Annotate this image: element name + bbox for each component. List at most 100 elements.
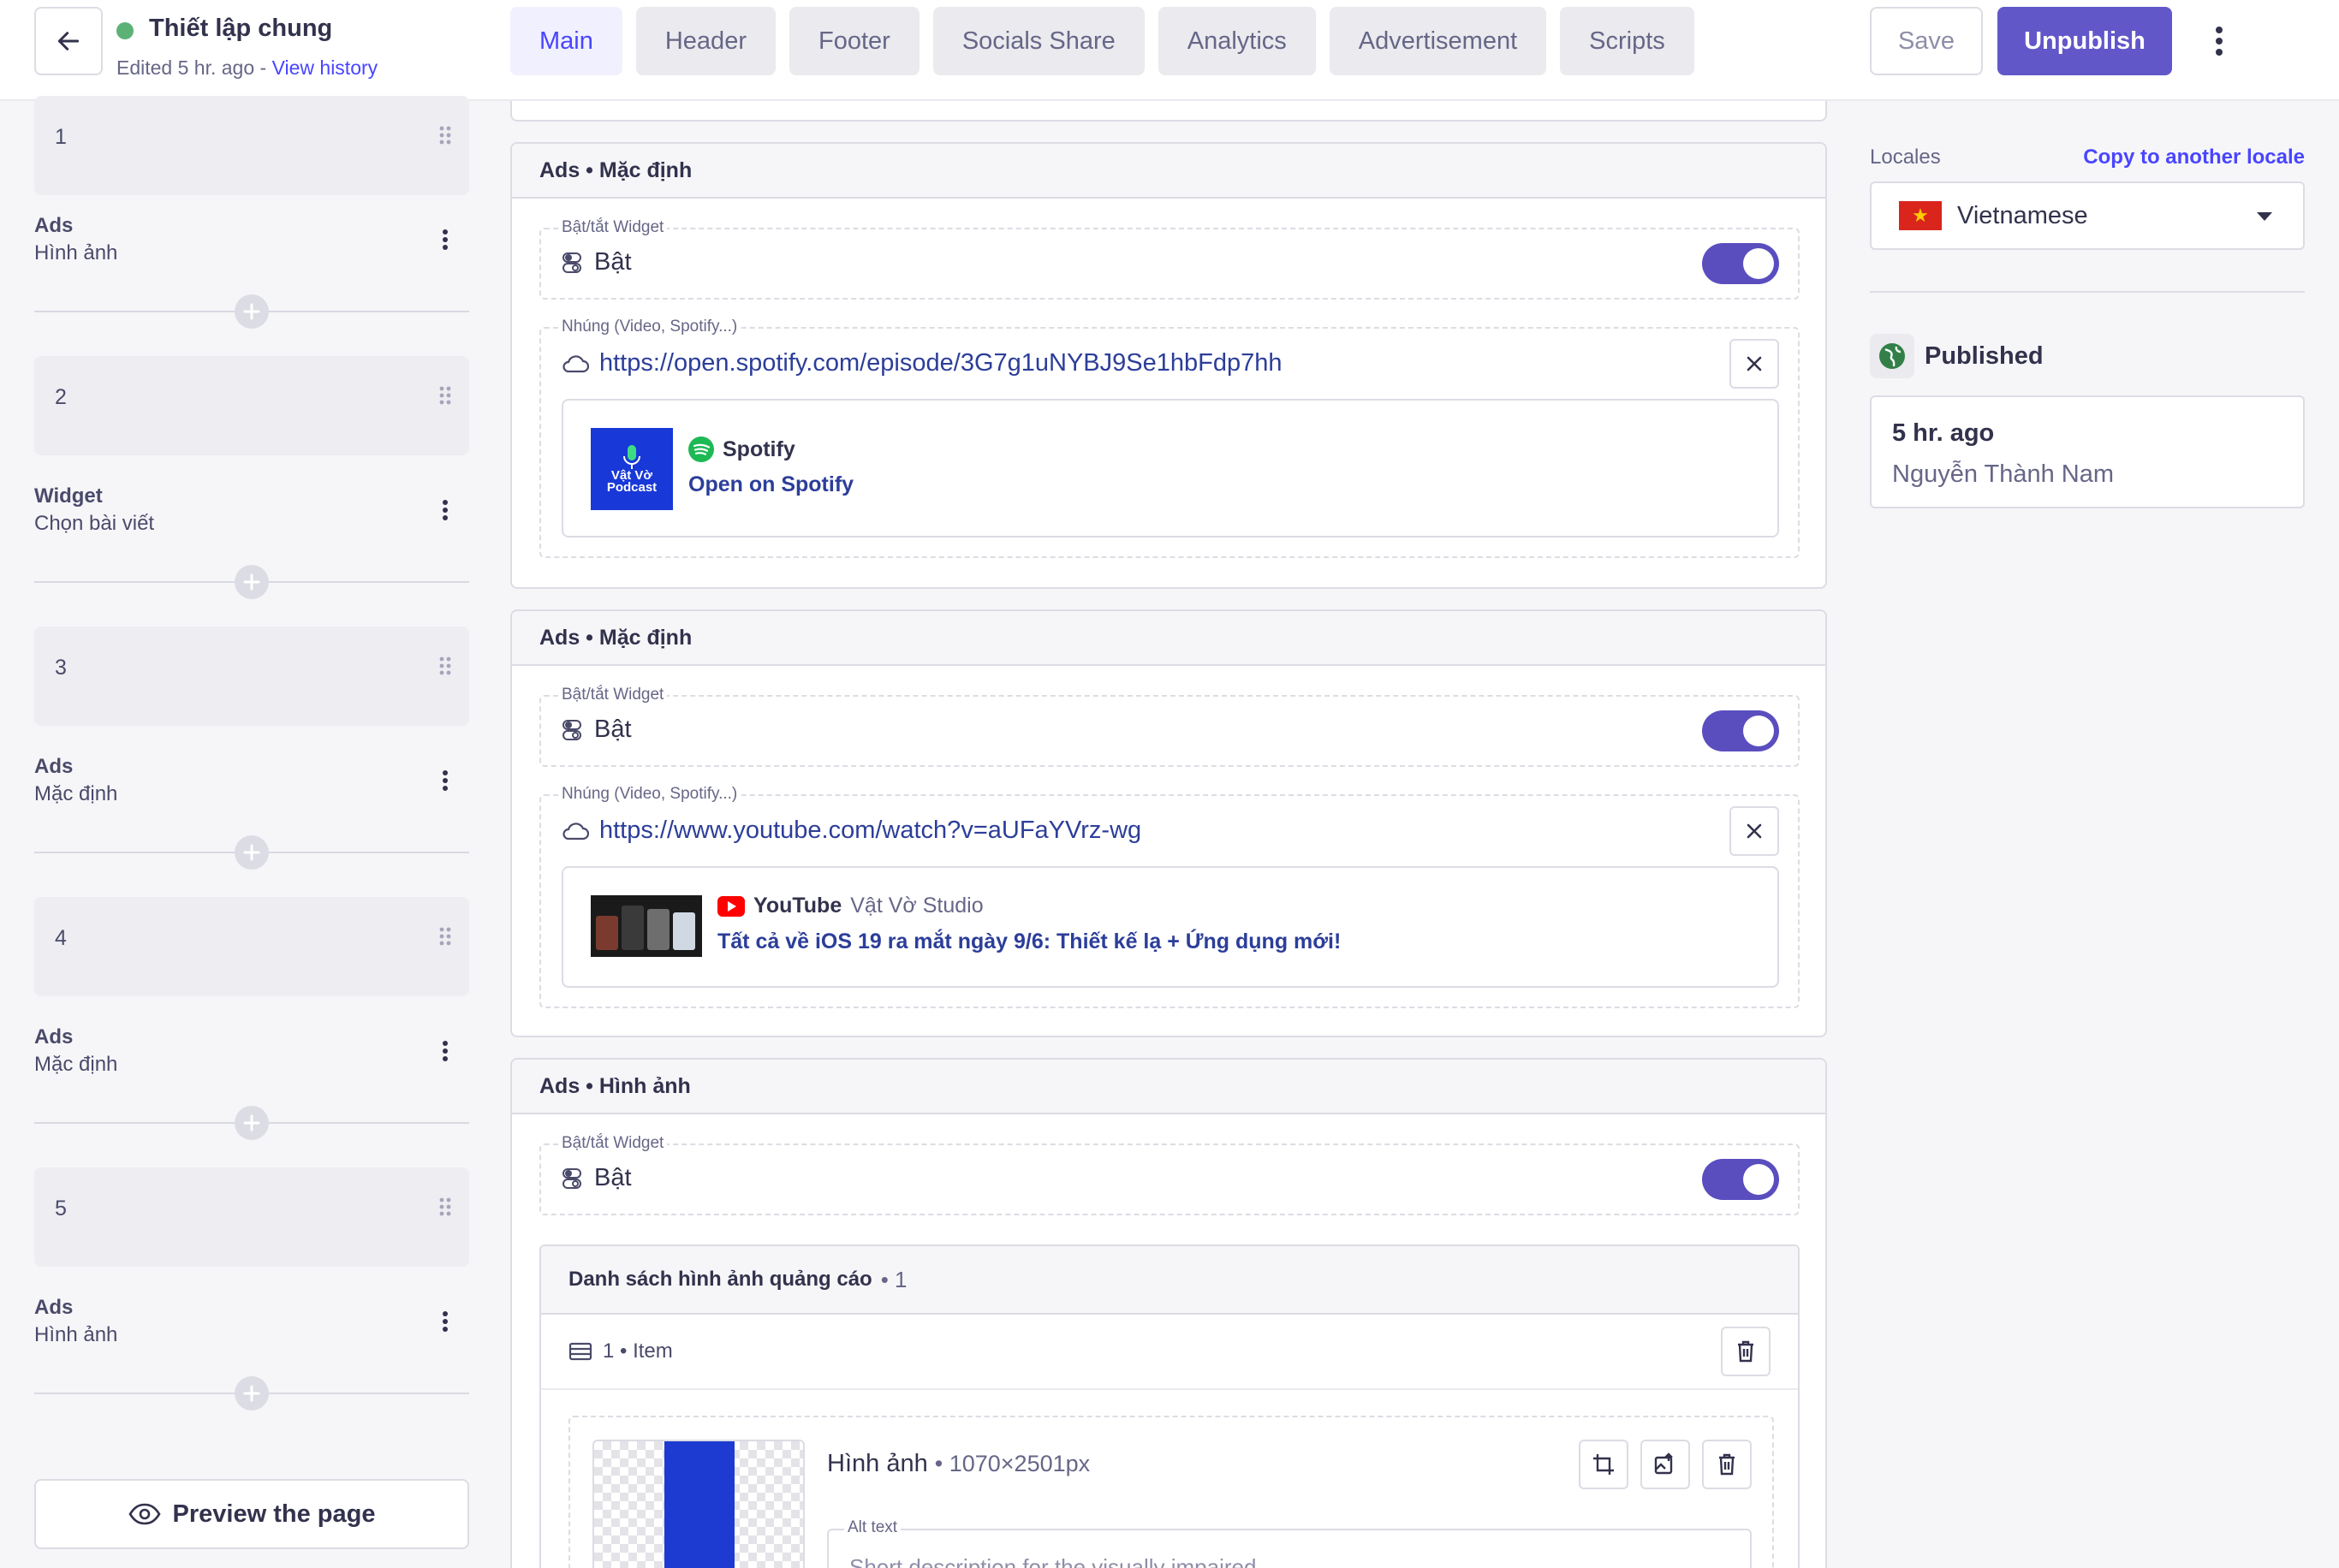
block-menu-button[interactable] xyxy=(433,763,457,798)
provider-name: Spotify xyxy=(723,437,795,461)
preview-label: Preview the page xyxy=(172,1500,376,1528)
widget-switch[interactable] xyxy=(1702,243,1779,284)
block-card[interactable]: 5 xyxy=(34,1167,469,1267)
block-number: 5 xyxy=(55,1197,67,1221)
embed-url[interactable]: https://www.youtube.com/watch?v=aUFaYVrz… xyxy=(562,817,1141,845)
locale-select[interactable]: ★ Vietnamese xyxy=(1870,181,2305,250)
panel-title: Ads • Hình ảnh xyxy=(512,1060,1825,1114)
block-type: Ads xyxy=(34,1296,74,1319)
video-thumbnail xyxy=(591,895,702,957)
drag-handle-icon[interactable] xyxy=(438,1197,452,1217)
image-thumbnail[interactable] xyxy=(592,1440,805,1568)
close-icon xyxy=(1747,823,1762,839)
delete-item-button[interactable] xyxy=(1721,1327,1771,1376)
locale-value: Vietnamese xyxy=(1957,201,2088,229)
widget-switch[interactable] xyxy=(1702,710,1779,751)
widget-toggle-field: Bật/tắt Widget Bật xyxy=(539,1134,1800,1215)
ads-panel: Ads • Mặc định Bật/tắt Widget Bật Nhúng … xyxy=(510,609,1827,1037)
replace-image-button[interactable] xyxy=(1640,1440,1690,1489)
microphone-icon xyxy=(623,445,640,469)
block-type: Ads xyxy=(34,755,74,778)
block-type: Ads xyxy=(34,1025,74,1048)
block-menu-button[interactable] xyxy=(433,223,457,257)
add-block-divider xyxy=(34,565,469,599)
blocks-sidebar: 1 Ads Hình ảnh 2 Widget Chọn bài viết 3 … xyxy=(0,96,497,1568)
preview-page-button[interactable]: Preview the page xyxy=(34,1479,469,1549)
block-card[interactable]: 4 xyxy=(34,897,469,996)
drag-handle-icon[interactable] xyxy=(438,385,452,406)
toggle-row: Bật xyxy=(562,248,632,276)
drag-handle-icon[interactable] xyxy=(438,926,452,947)
embed-provider: YouTube Vật Vờ Studio xyxy=(717,894,984,918)
video-title-link[interactable]: Tất cả về iOS 19 ra mắt ngày 9/6: Thiết … xyxy=(717,930,1341,954)
drag-handle-icon[interactable] xyxy=(438,125,452,146)
block-card[interactable]: 1 xyxy=(34,96,469,195)
plus-icon xyxy=(243,1385,260,1402)
add-block-button[interactable] xyxy=(235,1106,269,1140)
edited-info: Edited 5 hr. ago - View history xyxy=(116,56,378,79)
tab-footer[interactable]: Footer xyxy=(789,7,920,75)
image-actions xyxy=(1579,1440,1752,1489)
embed-url[interactable]: https://open.spotify.com/episode/3G7g1uN… xyxy=(562,349,1283,377)
crop-image-button[interactable] xyxy=(1579,1440,1628,1489)
trash-icon xyxy=(1738,1340,1753,1363)
trash-icon xyxy=(1719,1453,1735,1476)
block-type: Widget xyxy=(34,484,103,508)
block-menu-button[interactable] xyxy=(433,493,457,527)
switch-knob xyxy=(1743,248,1774,279)
block-menu-button[interactable] xyxy=(433,1304,457,1339)
block-type: Ads xyxy=(34,214,74,237)
save-button[interactable]: Save xyxy=(1870,7,1983,75)
clear-embed-button[interactable] xyxy=(1729,339,1779,389)
ads-image-panel: Ads • Hình ảnh Bật/tắt Widget Bật Danh s… xyxy=(510,1058,1827,1568)
add-block-button[interactable] xyxy=(235,835,269,870)
tab-main[interactable]: Main xyxy=(510,7,622,75)
widget-switch[interactable] xyxy=(1702,1159,1779,1200)
image-list-count: • 1 xyxy=(880,1266,908,1292)
add-block-divider xyxy=(34,835,469,870)
tab-scripts[interactable]: Scripts xyxy=(1560,7,1694,75)
youtube-icon xyxy=(717,895,745,917)
embed-provider: Spotify xyxy=(688,437,795,462)
embed-url-text: https://www.youtube.com/watch?v=aUFaYVrz… xyxy=(599,817,1142,844)
block-number: 4 xyxy=(55,926,67,950)
block-subtype: Chọn bài viết xyxy=(34,512,155,535)
plus-icon xyxy=(243,844,260,861)
podcast-thumbnail: Vật Vờ Podcast xyxy=(591,428,673,510)
toggle-row: Bật xyxy=(562,1164,632,1192)
drag-handle-icon[interactable] xyxy=(438,656,452,676)
plus-icon xyxy=(243,1114,260,1131)
block-card[interactable]: 3 xyxy=(34,627,469,726)
list-item[interactable]: 1 • Item xyxy=(541,1315,1798,1390)
image-list: Danh sách hình ảnh quảng cáo • 1 1 • Ite… xyxy=(539,1244,1800,1568)
alt-text-field[interactable]: Alt text Short description for the visua… xyxy=(827,1518,1752,1568)
tab-analytics[interactable]: Analytics xyxy=(1158,7,1316,75)
open-on-spotify-link[interactable]: Open on Spotify xyxy=(688,472,854,497)
image-list-header: Danh sách hình ảnh quảng cáo • 1 xyxy=(541,1246,1798,1315)
block-menu-button[interactable] xyxy=(433,1034,457,1068)
block-card[interactable]: 2 xyxy=(34,356,469,455)
block-subtype: Mặc định xyxy=(34,782,118,805)
back-button[interactable] xyxy=(34,7,103,75)
add-block-button[interactable] xyxy=(235,565,269,599)
previous-panel xyxy=(510,101,1827,122)
tab-bar: Main Header Footer Socials Share Analyti… xyxy=(510,7,1694,75)
tab-advertisement[interactable]: Advertisement xyxy=(1329,7,1547,75)
more-vertical-icon xyxy=(443,770,448,791)
field-legend: Bật/tắt Widget xyxy=(558,686,668,704)
page-title: Thiết lập chung xyxy=(149,15,333,42)
tab-socials-share[interactable]: Socials Share xyxy=(932,7,1145,75)
more-vertical-icon xyxy=(443,500,448,520)
clear-embed-button[interactable] xyxy=(1729,806,1779,856)
thumbnail-text: Vật Vờ Podcast xyxy=(606,468,658,495)
add-block-button[interactable] xyxy=(235,1376,269,1411)
view-history-link[interactable]: View history xyxy=(272,56,378,79)
more-options-button[interactable] xyxy=(2202,15,2236,67)
unpublish-button[interactable]: Unpublish xyxy=(1997,7,2172,75)
image-title: Hình ảnh • 1070×2501px xyxy=(827,1450,1091,1477)
copy-locale-link[interactable]: Copy to another locale xyxy=(2083,146,2305,169)
delete-image-button[interactable] xyxy=(1702,1440,1752,1489)
tab-header[interactable]: Header xyxy=(635,7,776,75)
panel-title: Ads • Mặc định xyxy=(512,611,1825,666)
add-block-button[interactable] xyxy=(235,294,269,329)
